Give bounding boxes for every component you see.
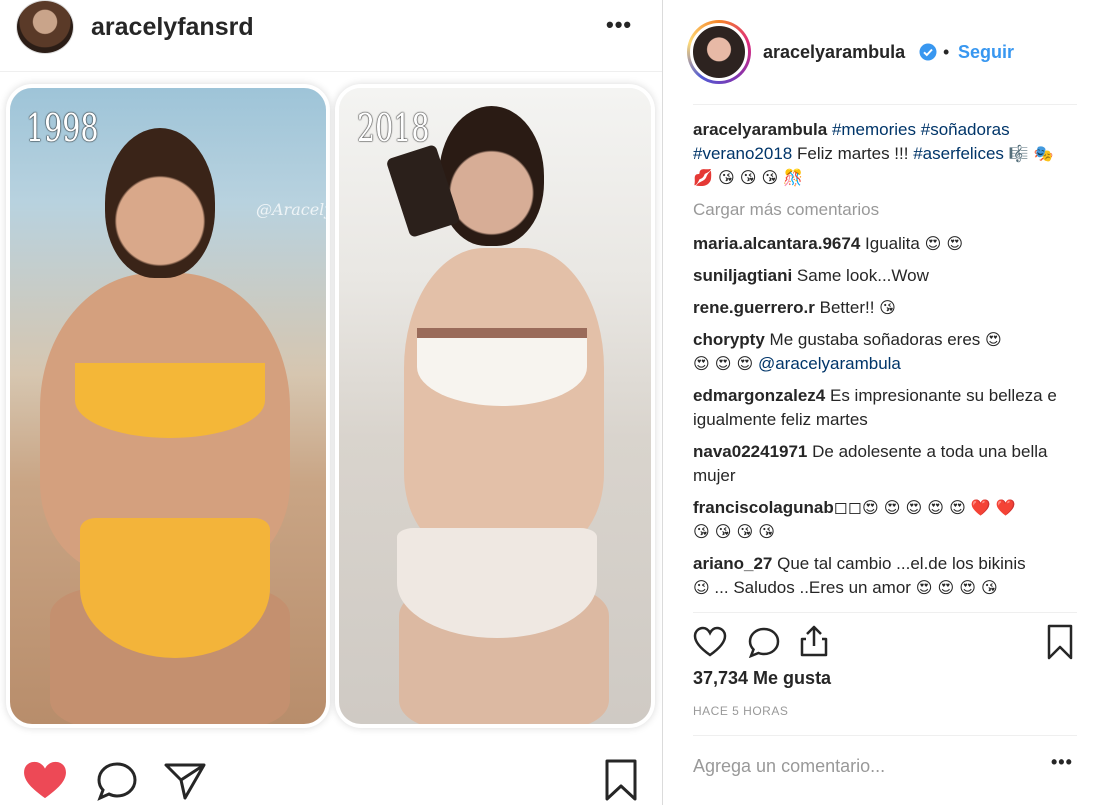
figure-head [439, 106, 544, 246]
comment-text-line2: ... Saludos ..Eres un amor [714, 578, 911, 597]
right-action-bar [663, 618, 1112, 668]
post-owner-username[interactable]: aracelyfansrd [91, 13, 254, 42]
caption-username[interactable]: aracelyarambula [693, 120, 827, 139]
more-options-icon[interactable]: ••• [606, 12, 632, 38]
verified-badge-icon [919, 43, 937, 61]
left-post-panel: aracelyfansrd ••• 1998 @AracelyFansRD 20… [0, 0, 662, 805]
comment-emoji-prefix: 😉 [693, 578, 710, 597]
year-label-left: 1998 [26, 106, 99, 150]
comment-icon[interactable] [747, 626, 781, 658]
comment-username[interactable]: suniljagtiani [693, 266, 792, 285]
comment-username[interactable]: maria.alcantara.9674 [693, 234, 860, 253]
comment-text: Que tal cambio ...el.de los bikinis [777, 554, 1026, 573]
comment-item: maria.alcantara.9674 Igualita 😍 😍 [693, 232, 1077, 256]
comment-text: Me gustaba soñadoras eres [769, 330, 981, 349]
comment-emojis-line2: 😘 😘 😘 😘 [693, 522, 775, 541]
white-bikini-bottom [397, 528, 597, 638]
caption-tag-verano[interactable]: #verano2018 [693, 144, 792, 163]
comment-username[interactable]: nava02241971 [693, 442, 807, 461]
comment-item: ariano_27 Que tal cambio ...el.de los bi… [693, 552, 1077, 600]
comment-icon[interactable] [95, 760, 139, 802]
comment-emojis: 😍 [985, 330, 1002, 349]
load-more-comments-button[interactable]: Cargar más comentarios [693, 198, 1077, 222]
header-divider [693, 104, 1077, 105]
comment-item: franciscolagunab◻◻😍 😍 😍 😍 😍 ❤️ ❤️ 😘 😘 😘 … [693, 496, 1077, 544]
comment-item: nava02241971 De adolesente a toda una be… [693, 440, 1077, 488]
comment-username[interactable]: franciscolagunab [693, 498, 834, 517]
comment-username[interactable]: rene.guerrero.r [693, 298, 815, 317]
photo-1998: 1998 @AracelyFansRD [10, 88, 326, 724]
more-options-icon[interactable]: ••• [1051, 752, 1073, 773]
comment-text: ◻◻ [833, 498, 862, 517]
post-image[interactable]: 1998 @AracelyFansRD 2018 [0, 82, 662, 742]
left-action-bar [0, 748, 662, 805]
comment-emojis-line2: 😍 😍 😍 😘 [915, 578, 998, 597]
caption: aracelyarambula #memories #soñadoras #ve… [693, 118, 1077, 190]
comment-item: suniljagtiani Same look...Wow [693, 264, 1077, 288]
comment-emojis: 😍 😍 😍 😍 😍 ❤️ ❤️ [862, 498, 1016, 517]
author-avatar-image [690, 23, 748, 81]
comment-item: edmargonzalez4 Es impresionante su belle… [693, 384, 1077, 432]
comment-mention[interactable]: @aracelyarambula [758, 354, 901, 373]
yellow-bikini-top [75, 363, 265, 438]
post-timestamp[interactable]: HACE 5 HORAS [693, 704, 788, 718]
separator-dot: • [943, 42, 950, 62]
white-bikini-top [417, 328, 587, 406]
comments-divider [693, 612, 1077, 613]
comment-emojis-line2: 😍 😍 😍 [693, 354, 754, 373]
share-icon[interactable] [163, 760, 207, 802]
upload-share-icon[interactable] [798, 624, 830, 658]
comment-item: chorypty Me gustaba soñadoras eres 😍 😍 😍… [693, 328, 1077, 376]
bookmark-icon[interactable] [1046, 624, 1074, 660]
yellow-bikini-bottom [80, 518, 270, 658]
comment-text: Better!! [819, 298, 875, 317]
caption-text: Feliz martes !!! [797, 144, 909, 163]
author-header: aracelyarambula • Seguir [663, 0, 1112, 104]
heart-filled-icon[interactable] [22, 760, 68, 800]
bookmark-icon[interactable] [603, 758, 639, 802]
comment-text: Same look...Wow [796, 266, 929, 285]
comment-item: rene.guerrero.r Better!! 😘 [693, 296, 1077, 320]
follow-button[interactable]: Seguir [958, 42, 1014, 63]
comment-emojis: 😘 [879, 298, 896, 317]
comment-username[interactable]: chorypty [693, 330, 765, 349]
caption-tags[interactable]: #memories #soñadoras [832, 120, 1010, 139]
add-comment-divider [693, 735, 1077, 736]
right-comments-panel: aracelyarambula • Seguir aracelyarambula… [663, 0, 1112, 805]
comment-username[interactable]: ariano_27 [693, 554, 772, 573]
post-owner-avatar[interactable] [16, 0, 74, 54]
comment-text: Igualita [865, 234, 920, 253]
comment-username[interactable]: edmargonzalez4 [693, 386, 825, 405]
likes-count[interactable]: 37,734 Me gusta [693, 668, 831, 689]
add-comment-input[interactable]: Agrega un comentario... [693, 756, 885, 777]
photo-2018: 2018 [339, 88, 651, 724]
comments-list[interactable]: aracelyarambula #memories #soñadoras #ve… [693, 118, 1077, 612]
year-label-right: 2018 [357, 106, 430, 150]
author-avatar[interactable] [687, 20, 751, 84]
like-heart-icon[interactable] [693, 626, 727, 658]
caption-tag-end[interactable]: #aserfelices [913, 144, 1004, 163]
watermark: @AracelyFansRD [256, 200, 326, 219]
left-post-header: aracelyfansrd ••• [0, 0, 662, 72]
figure-head [105, 128, 215, 278]
author-username[interactable]: aracelyarambula [763, 42, 905, 63]
comment-emojis: 😍 😍 [924, 234, 964, 253]
